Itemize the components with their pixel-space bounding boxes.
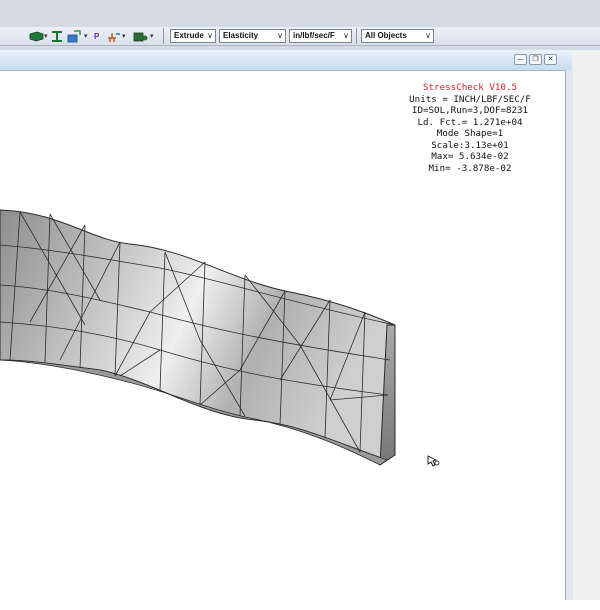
mesh-icon	[133, 32, 148, 41]
results-info-panel: StressCheck V10.5 Units = INCH/LBF/SEC/F…	[380, 82, 560, 174]
app-version-title: StressCheck V10.5	[422, 82, 518, 93]
toolbar-separator	[356, 28, 357, 44]
units-select-value: in/lbf/sec/F	[293, 31, 335, 40]
constraint-button[interactable]: ▾	[106, 29, 126, 43]
analysis-select-value: Elasticity	[223, 31, 259, 40]
load-icon	[67, 29, 81, 42]
info-mode-shape: Mode Shape=1	[436, 128, 504, 139]
analysis-select[interactable]: Elasticity ∨	[219, 29, 286, 43]
dimension-icon	[52, 30, 62, 42]
info-min: Min= -3.878e-02	[428, 162, 512, 174]
parameter-button[interactable]: P	[94, 29, 99, 43]
mesh-button[interactable]: ▾	[132, 29, 154, 43]
chevron-down-icon: ∨	[207, 31, 213, 40]
objects-select[interactable]: All Objects ∨	[361, 29, 434, 43]
info-solution-id: ID=SOL,Run=3,DOF=8231	[411, 105, 529, 116]
units-select[interactable]: in/lbf/sec/F ∨	[289, 29, 352, 43]
workspace-background	[572, 50, 600, 600]
info-scale: Scale:3.13e+01	[431, 139, 509, 151]
restore-icon[interactable]: ❐	[529, 54, 542, 65]
load-button[interactable]: ▾	[66, 29, 88, 43]
cube-button[interactable]: ▾	[28, 29, 48, 43]
window-titlebar[interactable]: — ❐ ✕	[0, 50, 572, 71]
toolbar-separator	[163, 28, 164, 44]
chevron-down-icon: ∨	[277, 31, 283, 40]
pointer-cursor-icon	[427, 455, 440, 467]
toolbar: ▾ ▾ P ▾ ▾ Extrude ∨ Elasticity ∨ in/lbf/…	[0, 0, 600, 50]
parameter-icon: P	[94, 31, 100, 41]
dimension-button[interactable]	[50, 29, 64, 43]
graphics-canvas[interactable]: StressCheck V10.5 Units = INCH/LBF/SEC/F…	[0, 71, 565, 600]
info-max: Max= 5.634e-02	[431, 151, 509, 162]
info-units: Units = INCH/LBF/SEC/F	[409, 93, 531, 105]
window-right-border	[565, 70, 573, 600]
minimize-icon[interactable]: —	[514, 54, 527, 65]
extrude-select-value: Extrude	[174, 31, 204, 40]
chevron-down-icon: ∨	[425, 31, 431, 40]
extrude-select[interactable]: Extrude ∨	[170, 29, 216, 43]
chevron-down-icon: ∨	[343, 31, 349, 40]
info-load-factor: Ld. Fct.= 1.271e+04	[417, 116, 523, 128]
objects-select-value: All Objects	[365, 31, 407, 40]
close-icon[interactable]: ✕	[544, 54, 557, 65]
constraint-icon	[108, 32, 120, 42]
mesh-top-surface	[0, 209, 396, 461]
